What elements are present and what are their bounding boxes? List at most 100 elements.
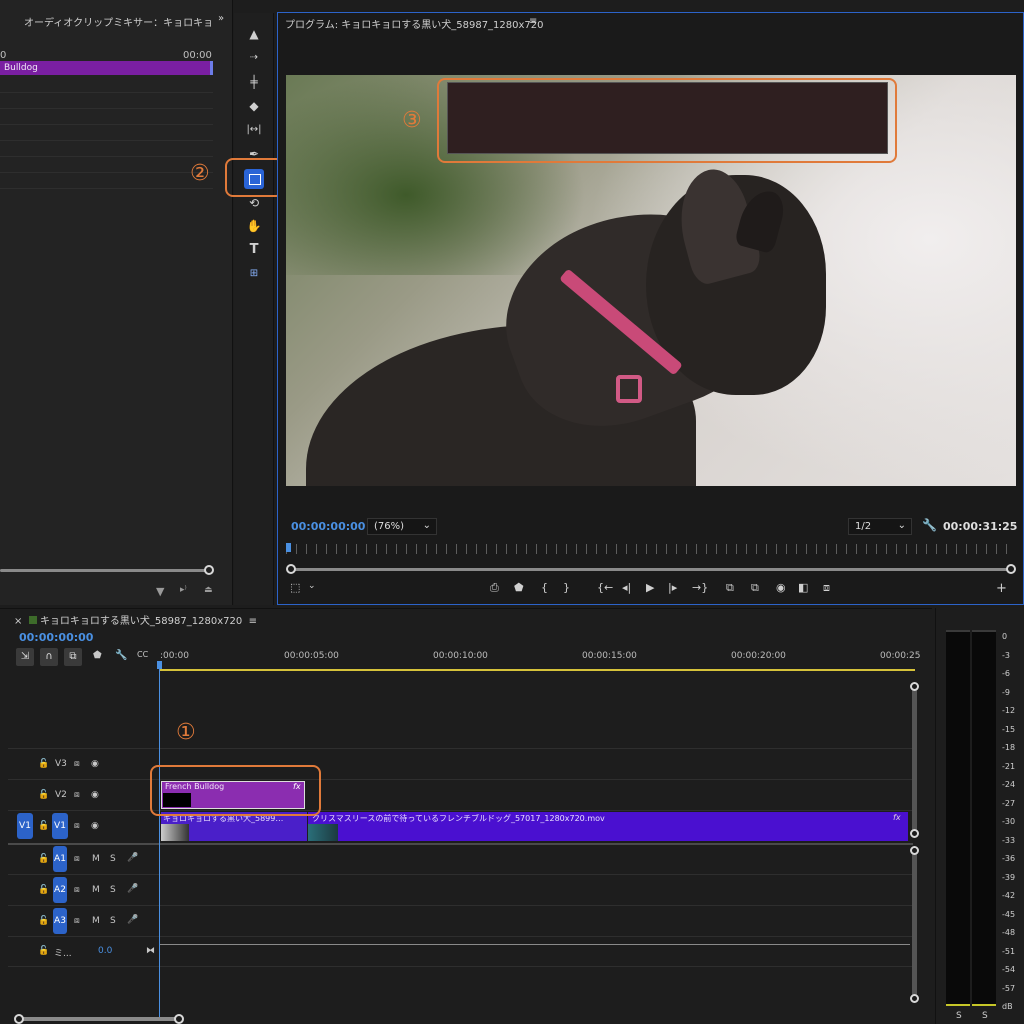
- filter-icon[interactable]: ▼: [156, 585, 164, 598]
- sync-lock-icon[interactable]: ⧈: [74, 916, 80, 926]
- sync-lock-icon[interactable]: ⧈: [74, 854, 80, 864]
- panel-overflow-button[interactable]: »: [218, 13, 224, 24]
- timeline-menu-icon[interactable]: ≡: [249, 616, 257, 627]
- timeline-sequence-tab[interactable]: × キョロキョロする黒い犬_58987_1280x720 ≡: [14, 612, 257, 627]
- scroll-handle-left[interactable]: [286, 564, 296, 574]
- go-to-in-icon[interactable]: {←: [597, 581, 613, 594]
- timeline-playhead-timecode[interactable]: 00:00:00:00: [19, 631, 93, 644]
- export-frame-icon[interactable]: ◉: [776, 581, 786, 594]
- program-playhead-timecode[interactable]: 00:00:00:00: [291, 520, 365, 533]
- zoom-level-select[interactable]: (76%) ⌄: [367, 518, 437, 535]
- video-tracks-scrollbar[interactable]: [912, 683, 917, 836]
- sync-lock-icon[interactable]: ⧈: [74, 821, 80, 831]
- program-zoom-scrollbar[interactable]: [290, 568, 1010, 571]
- mute-button[interactable]: M: [92, 885, 100, 895]
- track-target-v1[interactable]: V1: [52, 813, 68, 839]
- nest-toggle-icon[interactable]: ⇲: [16, 648, 34, 666]
- ripple-edit-tool-icon[interactable]: ╪: [244, 73, 264, 91]
- timeline-horizontal-scrollbar[interactable]: [18, 1017, 180, 1021]
- audio-tracks-scrollbar[interactable]: [912, 847, 917, 1002]
- overwrite-icon[interactable]: ⧉: [751, 581, 759, 595]
- mixer-scroll-handle[interactable]: [204, 565, 214, 575]
- source-patch-v1[interactable]: V1: [17, 813, 33, 839]
- vertical-type-tool-icon[interactable]: ⊞: [244, 265, 264, 283]
- scroll-handle-right[interactable]: [1006, 564, 1016, 574]
- sync-lock-icon[interactable]: ⧈: [74, 759, 80, 769]
- scroll-handle[interactable]: [910, 846, 919, 855]
- end-icon[interactable]: ⧓: [146, 946, 155, 956]
- sync-lock-icon[interactable]: ⧈: [74, 885, 80, 895]
- playback-resolution-select[interactable]: 1/2 ⌄: [848, 518, 912, 535]
- lock-icon[interactable]: 🔓: [38, 854, 49, 864]
- track-target-a3[interactable]: A3: [53, 908, 67, 934]
- razor-tool-icon[interactable]: ◆: [244, 97, 264, 115]
- mix-volume-line[interactable]: [160, 944, 910, 945]
- insert-icon[interactable]: ⧉: [726, 581, 734, 595]
- type-tool-icon[interactable]: T: [244, 241, 264, 259]
- track-target-a2[interactable]: A2: [53, 877, 67, 903]
- solo-right-button[interactable]: S: [982, 1011, 988, 1021]
- mix-track-name[interactable]: ミ...: [54, 946, 72, 959]
- lock-icon[interactable]: 🔓: [38, 885, 49, 895]
- program-menu-icon[interactable]: ≡: [529, 16, 537, 27]
- mute-button[interactable]: M: [92, 916, 100, 926]
- timeline-playhead-line[interactable]: [159, 663, 160, 1021]
- slip-tool-icon[interactable]: |↔|: [244, 121, 264, 139]
- solo-button[interactable]: S: [110, 854, 116, 864]
- mute-button[interactable]: M: [92, 854, 100, 864]
- scroll-handle[interactable]: [910, 994, 919, 1003]
- track-name-v2[interactable]: V2: [55, 790, 67, 800]
- solo-left-button[interactable]: S: [956, 1011, 962, 1021]
- chevron-down-icon[interactable]: ⌄: [308, 581, 316, 591]
- mix-volume-value[interactable]: 0.0: [98, 946, 112, 956]
- microphone-icon[interactable]: 🎤: [127, 853, 138, 863]
- lock-icon[interactable]: 🔓: [38, 790, 49, 800]
- audio-route-icon[interactable]: ▸⁾: [180, 585, 187, 595]
- audio-mixer-title[interactable]: オーディオクリップミキサー：キョロキョロす: [24, 14, 214, 29]
- go-to-out-icon[interactable]: →}: [692, 581, 708, 594]
- lock-icon[interactable]: 🔓: [38, 759, 49, 769]
- hand-tool-icon[interactable]: ✋: [244, 217, 264, 235]
- program-time-ruler[interactable]: [286, 544, 1011, 554]
- add-button-icon[interactable]: +: [996, 581, 1007, 596]
- timeline-playhead-handle[interactable]: [157, 661, 162, 669]
- play-icon[interactable]: ▶: [646, 581, 654, 594]
- track-select-tool-icon[interactable]: ⇢: [244, 49, 264, 67]
- eye-icon[interactable]: ◉: [91, 759, 99, 769]
- solo-button[interactable]: S: [110, 885, 116, 895]
- microphone-icon[interactable]: 🎤: [127, 884, 138, 894]
- wrench-settings-icon[interactable]: 🔧: [922, 518, 937, 532]
- step-back-icon[interactable]: ◂|: [622, 581, 631, 594]
- solo-button[interactable]: S: [110, 916, 116, 926]
- lock-icon[interactable]: 🔓: [38, 916, 49, 926]
- microphone-icon[interactable]: 🎤: [127, 915, 138, 925]
- add-marker-icon[interactable]: ⬟: [514, 581, 524, 594]
- proxy-toggle-icon[interactable]: ⧈: [823, 581, 830, 595]
- export-icon[interactable]: ⏏: [204, 585, 213, 595]
- track-target-a1[interactable]: A1: [53, 846, 67, 872]
- eye-icon[interactable]: ◉: [91, 821, 99, 831]
- scroll-handle[interactable]: [910, 829, 919, 838]
- snap-icon[interactable]: ∩: [40, 648, 58, 666]
- comparison-view-icon[interactable]: ◧: [798, 581, 808, 594]
- close-icon[interactable]: ×: [14, 616, 22, 627]
- mark-in-icon[interactable]: {: [541, 581, 548, 594]
- safe-margins-icon[interactable]: ⬚: [290, 581, 300, 594]
- scroll-handle-right[interactable]: [174, 1014, 184, 1024]
- sync-lock-icon[interactable]: ⧈: [74, 790, 80, 800]
- lock-icon[interactable]: 🔓: [38, 946, 49, 956]
- lift-icon[interactable]: ⎙: [490, 581, 499, 595]
- scroll-handle-left[interactable]: [14, 1014, 24, 1024]
- program-playhead[interactable]: [286, 543, 291, 552]
- mark-out-icon[interactable]: }: [563, 581, 570, 594]
- scroll-handle[interactable]: [910, 682, 919, 691]
- track-name-v3[interactable]: V3: [55, 759, 67, 769]
- add-marker-icon[interactable]: ⬟: [93, 650, 102, 661]
- selection-tool-icon[interactable]: ▲: [244, 25, 264, 43]
- linked-selection-icon[interactable]: ⧉: [64, 648, 82, 666]
- captions-icon[interactable]: CC: [137, 650, 148, 659]
- fx-badge[interactable]: fx: [893, 813, 901, 822]
- step-forward-icon[interactable]: |▸: [668, 581, 677, 594]
- wrench-settings-icon[interactable]: 🔧: [115, 650, 127, 661]
- program-monitor-title[interactable]: プログラム: キョロキョロする黒い犬_58987_1280x720: [285, 16, 544, 31]
